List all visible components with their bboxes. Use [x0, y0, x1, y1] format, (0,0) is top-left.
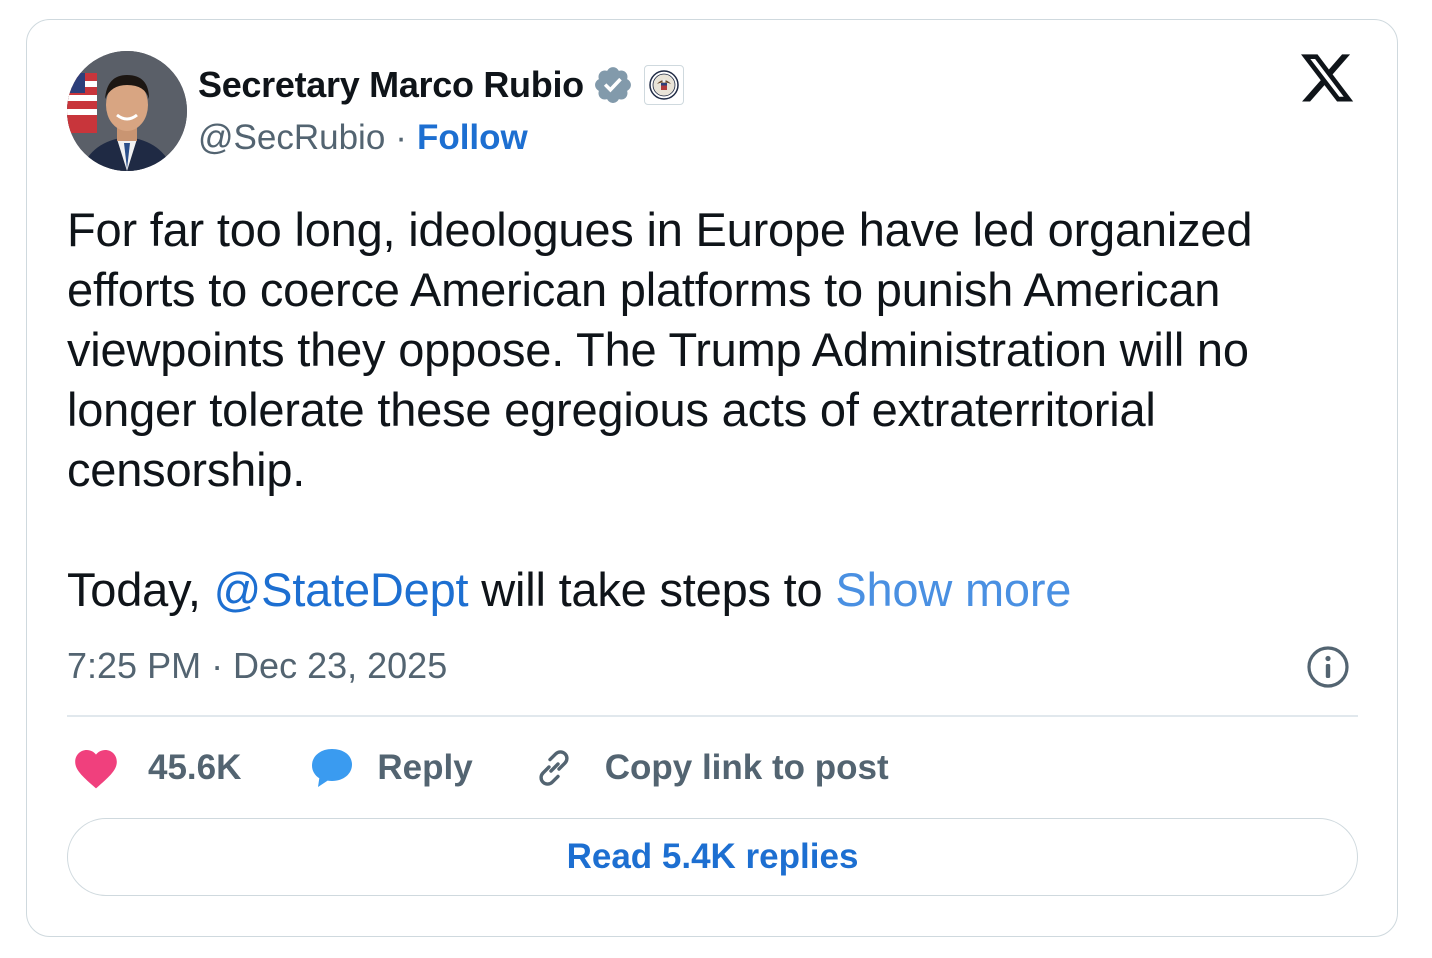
- like-button[interactable]: 45.6K: [72, 746, 241, 790]
- verified-badge-icon: [592, 64, 634, 106]
- author-handle[interactable]: @SecRubio: [198, 118, 385, 158]
- copy-link-label: Copy link to post: [604, 748, 889, 787]
- read-replies-button[interactable]: Read 5.4K replies: [67, 818, 1358, 896]
- follow-button[interactable]: Follow: [417, 118, 528, 158]
- separator-dot: ·: [395, 118, 407, 157]
- like-count: 45.6K: [148, 748, 242, 787]
- copy-link-button[interactable]: Copy link to post: [531, 745, 889, 791]
- speech-bubble-icon: [312, 749, 353, 787]
- action-bar: 45.6K Reply Copy link to post: [72, 740, 889, 796]
- handle-row: @SecRubio · Follow: [198, 116, 528, 160]
- heart-icon: [75, 750, 117, 789]
- post-body: For far too long, ideologues in Europe h…: [67, 200, 1357, 620]
- avatar[interactable]: [67, 51, 187, 171]
- author-name-row: Secretary Marco Rubio: [198, 62, 684, 108]
- display-name[interactable]: Secretary Marco Rubio: [198, 64, 584, 106]
- state-department-seal-icon[interactable]: [643, 65, 684, 105]
- x-logo-icon[interactable]: [1298, 54, 1356, 108]
- post-text-paragraph: For far too long, ideologues in Europe h…: [67, 203, 1253, 496]
- link-icon: [539, 750, 569, 786]
- post-text-paragraph-2: Today, @StateDept will take steps to Sho…: [67, 560, 1357, 620]
- post-text-segment: Today,: [67, 563, 214, 616]
- post-text-segment: will take steps to: [468, 563, 836, 616]
- show-more-link[interactable]: Show more: [835, 563, 1071, 616]
- info-icon[interactable]: [1305, 644, 1351, 690]
- timestamp[interactable]: 7:25 PM · Dec 23, 2025: [67, 642, 447, 690]
- reply-label: Reply: [377, 748, 473, 787]
- mention-link[interactable]: @StateDept: [214, 563, 469, 616]
- divider: [67, 715, 1358, 717]
- reply-button[interactable]: Reply: [309, 746, 473, 790]
